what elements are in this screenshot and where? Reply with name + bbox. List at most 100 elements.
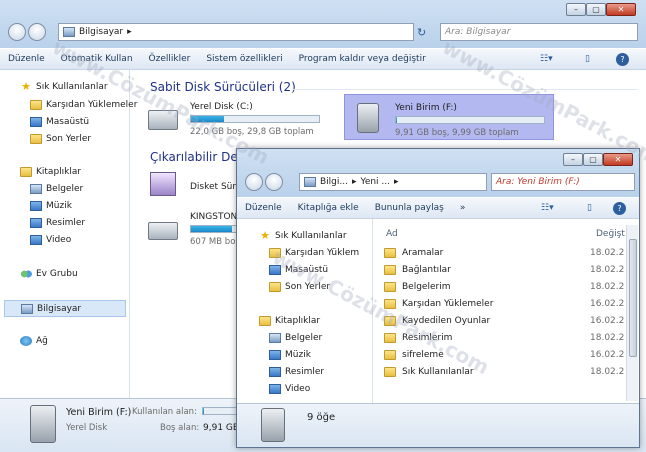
nav-video[interactable]: Video [30, 235, 71, 245]
network-icon [20, 336, 32, 346]
back-button[interactable] [8, 23, 26, 41]
address-bar[interactable]: Bilgisayar ▸ [58, 23, 414, 41]
view-options-icon[interactable]: ☷▾ [541, 203, 554, 213]
nav-desktop[interactable]: Masaüstü [269, 265, 328, 275]
music-icon [269, 350, 281, 360]
address-bar[interactable]: Bilgi... ▸ Yeni ... ▸ [299, 173, 487, 191]
usb-drive-icon [30, 405, 56, 443]
minimize-button[interactable]: – [566, 3, 586, 16]
nav-favorites[interactable]: ★ Sık Kullanılanlar [259, 230, 347, 241]
file-row[interactable]: Kaydedilen Oyunlar 16.02.2 [384, 313, 624, 328]
nav-computer[interactable]: Bilgisayar [4, 300, 126, 317]
properties-button[interactable]: Özellikler [141, 54, 199, 64]
folder-icon [384, 349, 396, 360]
computer-icon [304, 177, 316, 187]
nav-documents[interactable]: Belgeler [30, 184, 83, 194]
file-name: Belgelerim [402, 281, 451, 292]
nav-favorites[interactable]: ★ Sık Kullanılanlar [20, 80, 108, 93]
folder-icon [384, 298, 396, 309]
preview-pane-icon[interactable]: ▯ [587, 203, 592, 213]
drive-name: Yeni Birim (F:) [395, 103, 457, 113]
nav-pictures[interactable]: Resimler [269, 367, 324, 377]
breadcrumb-item[interactable]: Bilgi... [320, 177, 348, 187]
documents-icon [30, 184, 42, 194]
organize-button[interactable]: Düzenle [237, 203, 290, 213]
maximize-button[interactable]: ▢ [586, 3, 606, 16]
file-row[interactable]: Resimlerim 18.02.2 [384, 330, 624, 345]
minimize-button[interactable]: – [563, 153, 583, 166]
library-icon [20, 167, 32, 177]
star-icon: ★ [21, 80, 31, 93]
file-name: Bağlantılar [402, 264, 451, 275]
view-options-icon[interactable]: ☷▾ [540, 54, 553, 64]
nav-recent[interactable]: Son Yerler [30, 134, 91, 144]
nav-desktop[interactable]: Masaüstü [30, 117, 89, 127]
file-row[interactable]: Karşıdan Yüklemeler 16.02.2 [384, 296, 624, 311]
nav-pictures[interactable]: Resimler [30, 218, 85, 228]
back-button[interactable] [245, 173, 263, 191]
file-row[interactable]: Sık Kullanılanlar 18.02.2 [384, 364, 624, 379]
autoplay-button[interactable]: Otomatik Kullan [53, 54, 141, 64]
nav-music[interactable]: Müzik [269, 350, 311, 360]
nav-libraries[interactable]: Kitaplıklar [20, 167, 81, 177]
column-header-date[interactable]: Değişt [596, 229, 625, 239]
file-date: 18.02.2 [590, 247, 625, 258]
nav-video[interactable]: Video [269, 384, 310, 394]
file-date: 18.02.2 [590, 264, 625, 275]
nav-music[interactable]: Müzik [30, 201, 72, 211]
add-to-library-button[interactable]: Kitaplığa ekle [290, 203, 367, 213]
documents-icon [269, 333, 281, 343]
navigation-pane: ★ Sık Kullanılanlar Karşıdan Yüklem Masaü… [237, 219, 373, 403]
file-row[interactable]: Aramalar 18.02.2 [384, 245, 624, 260]
nav-downloads[interactable]: Karşıdan Yüklemeler [30, 100, 137, 110]
folder-icon [384, 281, 396, 292]
search-input[interactable]: Ara: Bilgisayar [440, 23, 638, 41]
file-row[interactable]: Bağlantılar 18.02.2 [384, 262, 624, 277]
column-header-name[interactable]: Ad [386, 229, 398, 239]
refresh-icon[interactable]: ↻ [417, 26, 426, 39]
nav-recent[interactable]: Son Yerler [269, 282, 330, 292]
status-bar: 9 öğe [237, 403, 639, 447]
library-icon [259, 316, 271, 326]
maximize-button[interactable]: ▢ [583, 153, 603, 166]
pictures-icon [269, 367, 281, 377]
uninstall-program-button[interactable]: Program kaldır veya değiştir [291, 54, 434, 64]
breadcrumb-item[interactable]: Yeni ... [361, 177, 391, 187]
more-commands-button[interactable]: » [452, 203, 474, 213]
drive-c[interactable]: Yerel Disk (C:) 22,0 GB boş, 29,8 GB top… [146, 100, 336, 140]
organize-button[interactable]: Düzenle [0, 54, 53, 64]
drive-f[interactable]: Yeni Birim (F:) 9,91 GB boş, 9,99 GB top… [344, 94, 554, 140]
help-icon[interactable]: ? [616, 52, 629, 66]
breadcrumb-item[interactable]: Bilgisayar [79, 27, 123, 37]
drive-free-space: 9,91 GB boş, 9,99 GB toplam [395, 128, 519, 138]
computer-icon [21, 303, 33, 314]
close-button[interactable]: ✕ [603, 153, 633, 166]
nav-libraries[interactable]: Kitaplıklar [259, 316, 320, 326]
nav-homegroup[interactable]: Ev Grubu [20, 269, 78, 279]
desktop-icon [30, 117, 42, 127]
navigation-pane: ★ Sık Kullanılanlar Karşıdan Yüklemeler M… [0, 70, 137, 398]
nav-documents[interactable]: Belgeler [269, 333, 322, 343]
help-icon[interactable]: ? [613, 201, 626, 215]
file-name: Kaydedilen Oyunlar [402, 315, 491, 326]
video-icon [269, 384, 281, 394]
share-with-button[interactable]: Bununla paylaş [367, 203, 452, 213]
file-name: Sık Kullanılanlar [402, 366, 474, 377]
free-space-label: Boş alan: [160, 423, 200, 433]
vertical-scrollbar[interactable] [626, 225, 638, 401]
close-button[interactable]: ✕ [606, 3, 636, 16]
front-title-area: – ▢ ✕ Bilgi... ▸ Yeni ... ▸ ↻ Ara: Yeni … [237, 149, 639, 197]
recent-icon [30, 134, 42, 144]
usb-drive-icon [261, 408, 285, 442]
drive-name: Yerel Disk (C:) [190, 102, 253, 112]
free-space-value: 9,91 GB [203, 423, 240, 433]
search-input[interactable]: Ara: Yeni Birim (F:) [491, 173, 635, 191]
file-row[interactable]: Belgelerim 18.02.2 [384, 279, 624, 294]
forward-button[interactable] [28, 23, 46, 41]
forward-button[interactable] [265, 173, 283, 191]
nav-network[interactable]: Ağ [20, 336, 48, 346]
nav-downloads[interactable]: Karşıdan Yüklem [269, 248, 359, 258]
file-row[interactable]: sifreleme 16.02.2 [384, 347, 624, 362]
system-properties-button[interactable]: Sistem özellikleri [198, 54, 290, 64]
preview-pane-icon[interactable]: ▯ [585, 54, 590, 64]
